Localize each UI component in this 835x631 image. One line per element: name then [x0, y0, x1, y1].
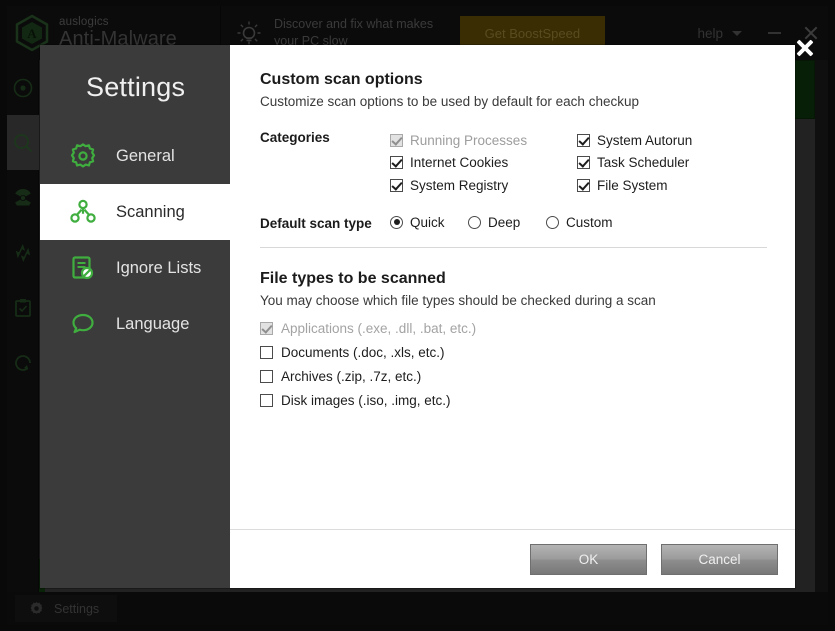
- checkbox-running-processes: Running Processes: [390, 129, 577, 152]
- categories-column-2: System Autorun Task Scheduler File Syste…: [577, 129, 764, 197]
- file-types-subheading: You may choose which file types should b…: [260, 292, 656, 308]
- settings-nav-label: Scanning: [116, 202, 185, 221]
- checkbox-icon: [577, 156, 590, 170]
- radio-deep[interactable]: Deep: [468, 215, 546, 230]
- checkbox-documents[interactable]: Documents (.doc, .xls, etc.): [260, 341, 767, 365]
- checkbox-task-scheduler[interactable]: Task Scheduler: [577, 152, 764, 175]
- section-divider: [260, 246, 767, 248]
- settings-dialog: Settings General Scanning Ignore Lists L…: [40, 45, 795, 588]
- radio-label: Deep: [488, 214, 521, 230]
- network-icon: [68, 197, 98, 227]
- settings-nav-ignore-lists[interactable]: Ignore Lists: [40, 240, 230, 296]
- checkbox-label: System Registry: [410, 177, 509, 193]
- radio-icon: [390, 215, 403, 229]
- categories-column-1: Running Processes Internet Cookies Syste…: [390, 129, 577, 197]
- file-types-list: Applications (.exe, .dll, .bat, etc.) Do…: [260, 317, 767, 413]
- scan-type-row: Default scan type Quick Deep Custom: [260, 215, 767, 231]
- checkbox-icon: [260, 322, 273, 335]
- checkbox-icon: [577, 178, 590, 192]
- checkbox-icon: [390, 133, 403, 147]
- checkbox-icon: [577, 133, 590, 147]
- checkbox-disk-images[interactable]: Disk images (.iso, .img, etc.): [260, 389, 767, 413]
- radio-icon: [468, 215, 481, 229]
- checkbox-label: System Autorun: [597, 132, 693, 148]
- checkbox-label: Documents (.doc, .xls, etc.): [281, 345, 445, 360]
- radio-custom[interactable]: Custom: [546, 215, 624, 230]
- settings-nav-label: Ignore Lists: [116, 258, 202, 277]
- checkbox-icon: [260, 370, 273, 383]
- categories-row: Categories Running Processes Internet Co…: [260, 129, 767, 197]
- checkbox-system-registry[interactable]: System Registry: [390, 174, 577, 197]
- radio-icon: [546, 215, 559, 229]
- radio-label: Custom: [566, 214, 613, 230]
- scan-options-heading: Custom scan options: [260, 71, 423, 88]
- settings-nav-scanning[interactable]: Scanning: [40, 184, 246, 240]
- gear-icon: [68, 141, 98, 171]
- settings-nav-label: General: [116, 146, 175, 165]
- settings-nav: General Scanning Ignore Lists Language: [40, 128, 246, 352]
- checkbox-archives[interactable]: Archives (.zip, .7z, etc.): [260, 365, 767, 389]
- file-types-heading: File types to be scanned: [260, 269, 446, 287]
- checkbox-icon: [390, 178, 403, 192]
- checkbox-label: Running Processes: [410, 132, 528, 148]
- cancel-button[interactable]: Cancel: [661, 543, 778, 575]
- scan-options-subheading: Customize scan options to be used by def…: [260, 94, 639, 109]
- checkbox-label: Task Scheduler: [597, 155, 690, 171]
- radio-quick[interactable]: Quick: [390, 215, 468, 230]
- categories-columns: Running Processes Internet Cookies Syste…: [390, 129, 764, 197]
- settings-content: Custom scan options Customize scan optio…: [230, 45, 795, 588]
- checkbox-label: Archives (.zip, .7z, etc.): [281, 369, 422, 384]
- settings-sidebar: Settings General Scanning Ignore Lists L…: [40, 45, 246, 588]
- screen: A auslogics Anti-Malware Discover and fi…: [0, 0, 835, 631]
- checkbox-internet-cookies[interactable]: Internet Cookies: [390, 152, 577, 175]
- categories-label: Categories: [260, 130, 330, 145]
- radio-label: Quick: [410, 214, 445, 230]
- checkbox-label: File System: [597, 177, 668, 193]
- checkbox-applications: Applications (.exe, .dll, .bat, etc.): [260, 317, 767, 341]
- settings-nav-label: Language: [116, 314, 190, 333]
- settings-nav-general[interactable]: General: [40, 128, 230, 184]
- ok-button[interactable]: OK: [530, 543, 647, 575]
- checkbox-label: Disk images (.iso, .img, etc.): [281, 393, 451, 408]
- checkbox-label: Applications (.exe, .dll, .bat, etc.): [281, 321, 477, 336]
- checkbox-system-autorun[interactable]: System Autorun: [577, 129, 764, 152]
- checkbox-file-system[interactable]: File System: [577, 174, 764, 197]
- settings-nav-language[interactable]: Language: [40, 296, 230, 352]
- close-dialog-button[interactable]: [794, 37, 816, 59]
- speech-icon: [68, 309, 98, 339]
- checkbox-icon: [390, 156, 403, 170]
- checkbox-label: Internet Cookies: [410, 155, 509, 171]
- scan-type-radios: Quick Deep Custom: [390, 215, 624, 230]
- checkbox-icon: [260, 394, 273, 407]
- dialog-footer: OK Cancel: [230, 529, 795, 588]
- settings-title: Settings: [86, 72, 186, 102]
- ignore-list-icon: [68, 253, 98, 283]
- scan-type-label: Default scan type: [260, 215, 372, 231]
- checkbox-icon: [260, 346, 273, 359]
